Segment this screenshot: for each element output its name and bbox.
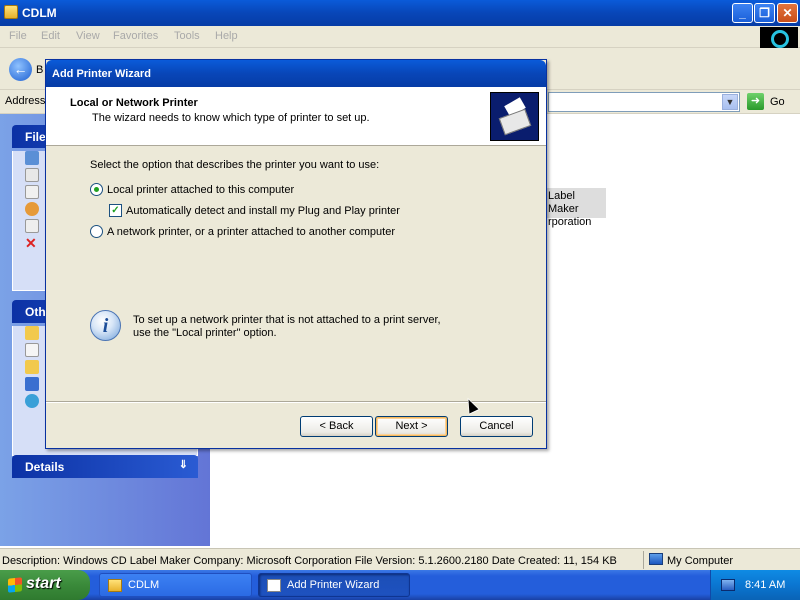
radio-network-printer[interactable] (90, 225, 103, 238)
checkbox-plug-and-play[interactable]: ✓ (109, 204, 122, 217)
menubar: File Edit View Favorites Tools Help (0, 26, 800, 49)
info-line1: To set up a network printer that is not … (133, 314, 441, 326)
task-icon[interactable] (25, 168, 39, 182)
network-icon[interactable] (721, 579, 735, 591)
task-icon[interactable] (25, 185, 39, 199)
task-icon[interactable] (25, 202, 39, 216)
menu-help[interactable]: Help (215, 30, 238, 42)
status-description: Description: Windows CD Label Maker Comp… (2, 555, 617, 567)
task-icon[interactable] (25, 151, 39, 165)
document-icon[interactable] (25, 343, 39, 357)
address-input[interactable]: ▼ (548, 92, 740, 112)
windows-flag-icon (8, 577, 22, 593)
list-item[interactable]: Label Maker rporation (546, 188, 606, 228)
chevron-down-icon[interactable]: ▼ (722, 94, 738, 110)
details-title: Details (25, 460, 65, 474)
dialog-header: Local or Network Printer The wizard need… (46, 87, 546, 146)
delete-icon[interactable]: ✕ (25, 236, 39, 250)
file-tasks-title: File (25, 130, 46, 144)
window-title: CDLM (22, 6, 57, 20)
menu-edit[interactable]: Edit (41, 30, 60, 42)
cancel-button[interactable]: Cancel (460, 416, 533, 437)
go-arrow-icon[interactable]: ➜ (747, 93, 764, 110)
printer-icon (490, 92, 539, 141)
clock[interactable]: 8:41 AM (745, 579, 785, 591)
radio-network-printer-label[interactable]: A network printer, or a printer attached… (107, 226, 395, 238)
menu-tools[interactable]: Tools (174, 30, 200, 42)
info-icon: i (90, 310, 121, 341)
back-label[interactable]: B (36, 64, 43, 76)
list-item-line1: Label Maker (548, 190, 579, 215)
folder-icon[interactable] (25, 360, 39, 374)
taskbar-item-label: Add Printer Wizard (287, 579, 380, 591)
folder-icon[interactable] (25, 326, 39, 340)
printer-body (498, 108, 532, 136)
dialog-titlebar[interactable]: Add Printer Wizard (46, 60, 546, 87)
minimize-button[interactable]: _ (732, 3, 753, 23)
details-header[interactable]: Details ⇓ (12, 455, 198, 478)
task-icon[interactable] (25, 219, 39, 233)
go-button[interactable]: Go (770, 96, 785, 108)
taskbar-item-cdlm[interactable]: CDLM (99, 573, 252, 597)
dialog-body: Select the option that describes the pri… (46, 146, 546, 401)
window-titlebar[interactable]: CDLM _ ❐ ✕ (0, 0, 800, 26)
menu-file[interactable]: File (9, 30, 27, 42)
menu-view[interactable]: View (76, 30, 100, 42)
dialog-title: Add Printer Wizard (52, 68, 151, 80)
maximize-button[interactable]: ❐ (754, 3, 775, 23)
start-button[interactable]: start (0, 570, 90, 600)
menu-favorites[interactable]: Favorites (113, 30, 158, 42)
radio-local-printer-label[interactable]: Local printer attached to this computer (107, 184, 294, 196)
statusbar: Description: Windows CD Label Maker Comp… (0, 548, 800, 570)
next-button[interactable]: Next > (375, 416, 448, 437)
checkbox-plug-and-play-label[interactable]: Automatically detect and install my Plug… (126, 205, 400, 217)
list-item-line2: rporation (548, 216, 592, 228)
details-panel: Details ⇓ (12, 455, 198, 478)
info-text: To set up a network printer that is not … (133, 314, 441, 340)
folder-icon (4, 5, 18, 19)
add-printer-wizard-dialog: Add Printer Wizard Local or Network Prin… (45, 59, 547, 449)
back-arrow-icon[interactable]: ← (9, 58, 32, 81)
taskbar-item-label: CDLM (128, 579, 160, 591)
radio-local-printer[interactable] (90, 183, 103, 196)
header-title: Local or Network Printer (70, 97, 198, 109)
start-label: start (26, 575, 61, 592)
header-subtitle: The wizard needs to know which type of p… (92, 112, 370, 124)
close-button[interactable]: ✕ (777, 3, 798, 23)
system-tray: 8:41 AM (710, 570, 800, 600)
windows-logo-icon (760, 27, 798, 49)
network-icon[interactable] (25, 394, 39, 408)
status-divider (643, 551, 644, 569)
computer-icon (649, 553, 663, 565)
folder-icon (108, 579, 122, 592)
chevron-down-icon[interactable]: ⇓ (179, 458, 188, 471)
taskbar: start CDLM Add Printer Wizard 8:41 AM (0, 570, 800, 600)
back-button[interactable]: < Back (300, 416, 373, 437)
window-icon (267, 579, 281, 592)
computer-icon[interactable] (25, 377, 39, 391)
option-prompt: Select the option that describes the pri… (90, 159, 380, 171)
status-location: My Computer (667, 555, 734, 567)
other-places-title: Oth (25, 305, 46, 319)
info-line2: use the "Local printer" option. (133, 327, 277, 339)
taskbar-item-add-printer-wizard[interactable]: Add Printer Wizard (258, 573, 410, 597)
address-label: Address (5, 95, 46, 107)
